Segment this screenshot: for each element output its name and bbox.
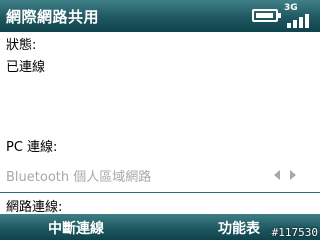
pc-connection-label: PC 連線: <box>6 140 58 155</box>
status-icons[interactable]: 3G <box>250 3 314 29</box>
signal-strength-icon[interactable] <box>287 13 311 28</box>
status-value: 已連線 <box>6 60 46 75</box>
content-area: 狀態: 已連線 PC 連線: Bluetooth 個人區域網路 網路連線: <box>0 32 320 215</box>
pc-connection-value[interactable]: Bluetooth 個人區域網路 <box>6 166 151 185</box>
status-label: 狀態: <box>6 38 37 53</box>
window-title: 網際網路共用 <box>6 8 100 26</box>
network-type-label: 3G <box>284 3 298 13</box>
divider <box>0 192 320 193</box>
battery-icon[interactable] <box>252 9 281 22</box>
watermark-id: #117530 <box>271 226 318 239</box>
title-bar: 網際網路共用 3G <box>0 0 320 32</box>
disconnect-button[interactable]: 中斷連線 <box>48 218 104 238</box>
softkey-bar: 中斷連線 功能表 #117530 <box>0 214 320 240</box>
menu-button[interactable]: 功能表 <box>218 218 260 238</box>
chevron-left-icon[interactable] <box>274 170 280 180</box>
network-connection-label: 網路連線: <box>6 200 63 215</box>
chevron-right-icon[interactable] <box>290 170 296 180</box>
